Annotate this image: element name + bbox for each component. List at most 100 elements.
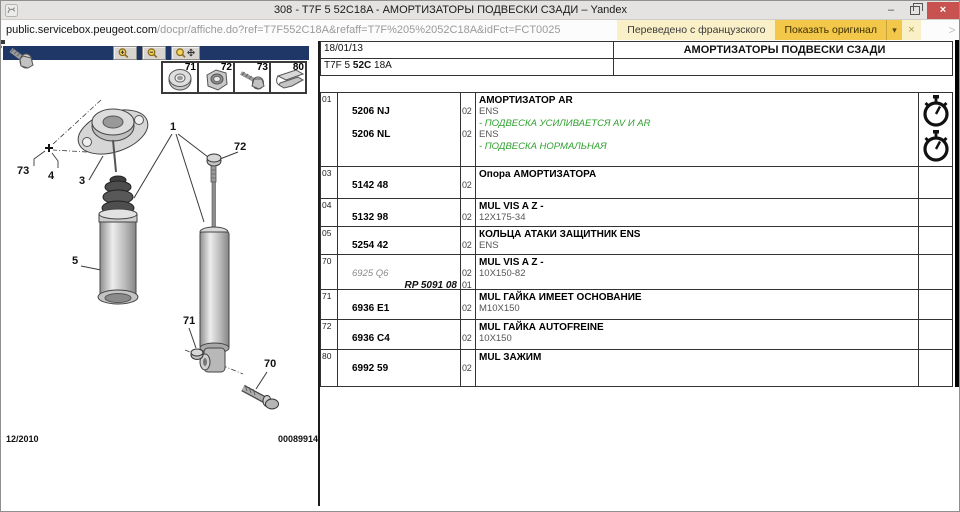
parts-row[interactable]: 70 6925 Q6RP 5091 08 0201MUL VIS A Z -10… [321, 254, 952, 289]
reference-cross-mark [45, 144, 53, 152]
labor-time-column [919, 290, 952, 319]
description-line [479, 363, 918, 374]
description-line [479, 180, 918, 191]
quantity-value: 02 [462, 129, 475, 140]
part-number: 5254 42 [352, 240, 460, 251]
quantity-column: 02 [461, 290, 476, 319]
parts-row[interactable]: 01 5206 NJ 5206 NL 02 02 АМОРТИЗАТОР ARE… [321, 93, 952, 166]
quantity-value [462, 257, 475, 268]
row-number: 04 [321, 199, 338, 226]
close-icon: × [908, 24, 914, 36]
labor-time-icon[interactable] [921, 94, 951, 129]
diagram-callout-5: 5 [72, 256, 78, 267]
description-line: ENS [479, 240, 918, 251]
labor-time-icon[interactable] [921, 129, 951, 164]
part-number [352, 292, 460, 303]
quantity-value: 02 [462, 212, 475, 223]
quantity-column: 02 [461, 167, 476, 198]
diagram-callout-1: 1 [170, 122, 176, 133]
quantity-value [462, 169, 475, 180]
row-number: 72 [321, 320, 338, 349]
quantity-value [462, 229, 475, 240]
description-line: АМОРТИЗАТОР AR [479, 95, 918, 106]
browser-window: 308 - T7F 5 52C18A - АМОРТИЗАТОРЫ ПОДВЕС… [0, 0, 960, 512]
translate-dropdown-button[interactable]: ▾ [886, 20, 902, 40]
minimize-button[interactable]: – [879, 2, 903, 19]
parts-diagram [1, 40, 318, 512]
row-number: 80 [321, 350, 338, 386]
part-number [352, 141, 460, 152]
parts-row[interactable]: 72 6936 C4 02MUL ГАЙКА AUTOFREINE10X150 [321, 319, 952, 349]
part-number: 5206 NL [352, 129, 460, 140]
parts-row[interactable]: 04 5132 98 02MUL VIS A Z -12X175-34 [321, 198, 952, 226]
parts-table-body: 01 5206 NJ 5206 NL 02 02 АМОРТИЗАТОР ARE… [320, 92, 953, 387]
description-line: MUL VIS A Z - [479, 257, 918, 268]
labor-time-column [919, 255, 952, 289]
code-suffix: 18A [371, 60, 392, 71]
parts-row[interactable]: 03 5142 48 02Опора АМОРТИЗАТОРА [321, 166, 952, 198]
description-line: 10X150 [479, 333, 918, 344]
parts-row[interactable]: 71 6936 E1 02MUL ГАЙКА ИМЕЕТ ОСНОВАНИЕM1… [321, 289, 952, 319]
description-column: КОЛЬЦА АТАКИ ЗАЩИТНИК ENSENS [476, 227, 919, 254]
description-column: MUL ГАЙКА ИМЕЕТ ОСНОВАНИЕM10X150 [476, 290, 919, 319]
url-path: /docpr/affiche.do?ref=T7F552C18A&refaff=… [157, 24, 560, 36]
part-number [352, 201, 460, 212]
restore-button[interactable] [903, 2, 927, 19]
quantity-value [462, 322, 475, 333]
part-number-column: 6936 E1 [338, 290, 461, 319]
part-number: 6925 Q6 [352, 268, 460, 279]
description-line: - ПОДВЕСКА УСИЛИВАЕТСЯ AV И AR [479, 118, 918, 129]
part-number-column: 5142 48 [338, 167, 461, 198]
document-date: 18/01/13 [321, 42, 613, 58]
row-number: 70 [321, 255, 338, 289]
part-number [352, 169, 460, 180]
description-column: MUL ЗАЖИМ [476, 350, 919, 386]
part-number-column: 6992 59 [338, 350, 461, 386]
parts-row[interactable]: 80 6992 59 02MUL ЗАЖИМ [321, 349, 952, 386]
description-line: MUL ГАЙКА AUTOFREINE [479, 322, 918, 333]
part-number: 6992 59 [352, 363, 460, 374]
quantity-value: 02 [462, 303, 475, 314]
diagram-callout-71: 71 [183, 316, 195, 327]
url-domain: public.servicebox.peugeot.com [6, 24, 157, 36]
part-number: 5206 NJ [352, 106, 460, 117]
title-bar[interactable]: 308 - T7F 5 52C18A - АМОРТИЗАТОРЫ ПОДВЕС… [1, 1, 959, 20]
labor-time-column [919, 227, 952, 254]
expand-arrow-icon[interactable]: > [945, 20, 959, 40]
part-number-column: 5206 NJ 5206 NL [338, 93, 461, 166]
parts-row[interactable]: 05 5254 42 02КОЛЬЦА АТАКИ ЗАЩИТНИК ENSEN… [321, 226, 952, 254]
description-line [479, 280, 918, 289]
translate-close-button[interactable]: × [902, 20, 921, 40]
quantity-column: 02 [461, 199, 476, 226]
window-title: 308 - T7F 5 52C18A - АМОРТИЗАТОРЫ ПОДВЕС… [22, 4, 879, 16]
minimize-icon: – [888, 4, 894, 16]
quantity-value: 02 [462, 363, 475, 374]
description-line: 12X175-34 [479, 212, 918, 223]
leader-lines [34, 100, 267, 389]
quantity-value [462, 95, 475, 106]
description-line: КОЛЬЦА АТАКИ ЗАЩИТНИК ENS [479, 229, 918, 240]
description-line: ENS [479, 129, 918, 140]
part-number [352, 229, 460, 240]
show-original-button[interactable]: Показать оригинал [775, 20, 886, 40]
description-line: MUL ГАЙКА ИМЕЕТ ОСНОВАНИЕ [479, 292, 918, 303]
close-button[interactable]: × [927, 2, 959, 19]
quantity-column: 02 02 [461, 93, 476, 166]
quantity-column: 0201 [461, 255, 476, 289]
quantity-value: 02 [462, 240, 475, 251]
code-prefix: T7F 5 [324, 60, 353, 71]
diagram-callout-70: 70 [264, 359, 276, 370]
spacer [921, 20, 945, 40]
quantity-value: 02 [462, 268, 475, 279]
url-text[interactable]: public.servicebox.peugeot.com/docpr/affi… [1, 20, 617, 40]
address-bar[interactable]: public.servicebox.peugeot.com/docpr/affi… [1, 20, 959, 41]
quantity-value [462, 352, 475, 363]
description-column: MUL ГАЙКА AUTOFREINE10X150 [476, 320, 919, 349]
document-title: АМОРТИЗАТОРЫ ПОДВЕСКИ СЗАДИ [613, 42, 952, 58]
quantity-value: 02 [462, 106, 475, 117]
diagram-panel: 4 71727380 [1, 40, 318, 511]
description-line: - ПОДВЕСКА НОРМАЛЬНАЯ [479, 141, 918, 152]
description-column: Опора АМОРТИЗАТОРА [476, 167, 919, 198]
labor-time-column [919, 199, 952, 226]
shock-absorber-boot-drawing [98, 176, 138, 304]
